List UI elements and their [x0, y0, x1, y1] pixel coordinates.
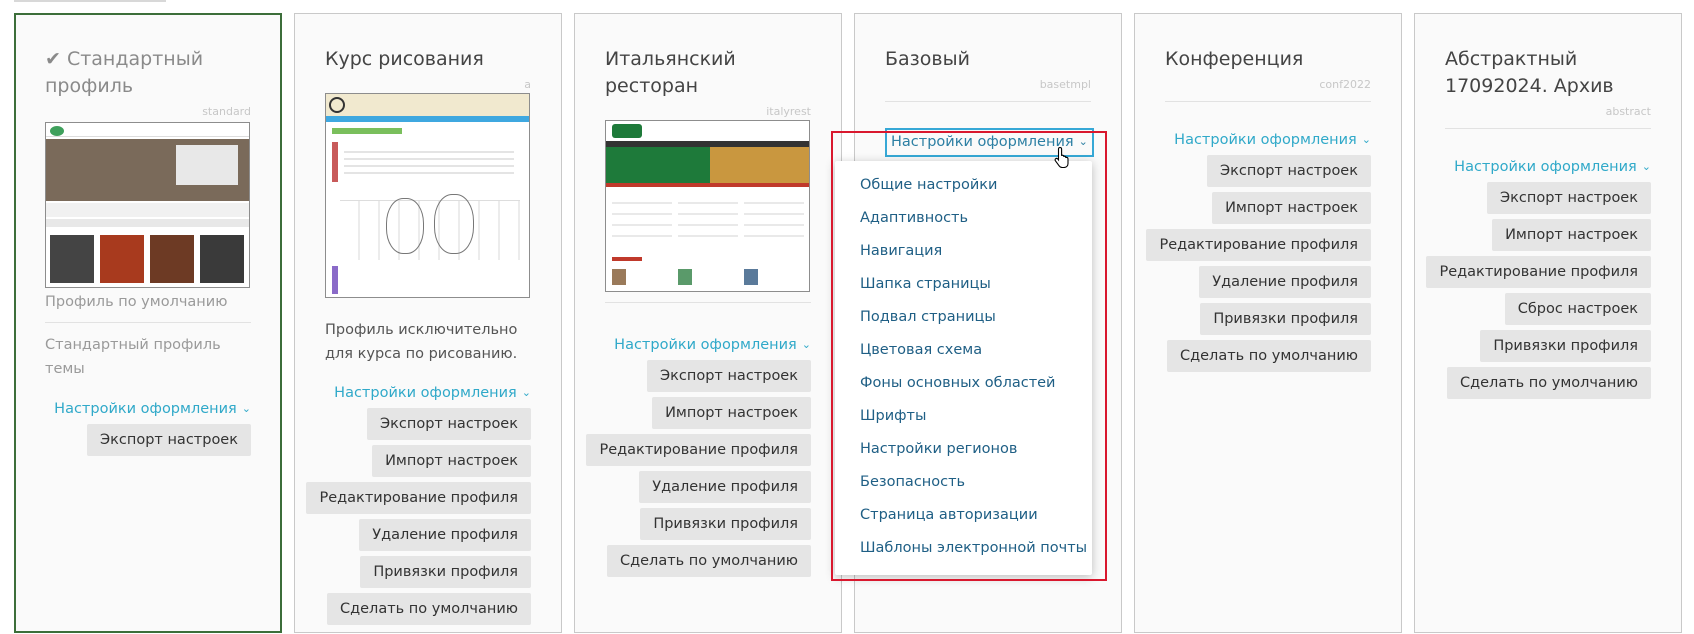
export-settings-button[interactable]: Экспорт настроек	[646, 360, 811, 392]
profile-card-standard: ✔ Стандартный профиль standard Профиль п…	[14, 13, 282, 633]
chevron-down-icon: ⌄	[1361, 133, 1371, 146]
profile-preview-caption: Профиль по умолчанию	[45, 294, 228, 310]
divider	[605, 302, 811, 303]
divider	[1445, 128, 1651, 129]
settings-label: Настройки оформления	[334, 385, 517, 401]
settings-dropdown-toggle[interactable]: Настройки оформления ⌄	[325, 383, 531, 404]
profile-title: Абстрактный 17092024. Архив	[1445, 48, 1614, 97]
menu-item-area-backgrounds[interactable]: Фоны основных областей	[835, 367, 1092, 400]
profile-title: Курс рисования	[325, 48, 484, 70]
profile-title: Конференция	[1165, 48, 1304, 70]
delete-profile-button[interactable]: Удаление профиля	[359, 519, 531, 551]
hand-cursor-icon	[1054, 146, 1069, 168]
make-default-button[interactable]: Сделать по умолчанию	[326, 593, 531, 625]
settings-dropdown-menu: Общие настройки Адаптивность Навигация Ш…	[835, 161, 1092, 575]
delete-profile-button[interactable]: Удаление профиля	[1199, 266, 1371, 298]
profile-code: abstract	[1605, 105, 1651, 118]
export-settings-button[interactable]: Экспорт настроек	[86, 424, 251, 456]
settings-label: Настройки оформления	[614, 337, 797, 353]
make-default-button[interactable]: Сделать по умолчанию	[1446, 367, 1651, 399]
profile-code: basetmpl	[1039, 78, 1091, 91]
settings-label: Настройки оформления	[891, 134, 1074, 150]
menu-item-page-header[interactable]: Шапка страницы	[835, 268, 1092, 301]
import-settings-button[interactable]: Импорт настроек	[1212, 192, 1371, 224]
profile-description: Профиль исключительно для курса по рисов…	[325, 322, 518, 362]
profile-card-conf2022: Конференция conf2022 Настройки оформлени…	[1134, 13, 1402, 633]
profile-actions: Экспорт настроек Импорт настроек Редакти…	[586, 360, 811, 577]
profile-card-a: Курс рисования a Профиль исключительно д…	[294, 13, 562, 633]
settings-dropdown-toggle[interactable]: Настройки оформления ⌄	[45, 399, 251, 420]
make-default-button[interactable]: Сделать по умолчанию	[1166, 340, 1371, 372]
profile-title: Базовый	[885, 48, 970, 70]
profile-preview-image[interactable]	[325, 93, 530, 298]
menu-item-navigation[interactable]: Навигация	[835, 235, 1092, 268]
make-default-button[interactable]: Сделать по умолчанию	[606, 545, 811, 577]
top-divider	[14, 0, 166, 2]
export-settings-button[interactable]: Экспорт настроек	[1206, 155, 1371, 187]
reset-settings-button[interactable]: Сброс настроек	[1504, 293, 1651, 325]
profile-bindings-button[interactable]: Привязки профиля	[360, 556, 531, 588]
edit-profile-button[interactable]: Редактирование профиля	[1426, 256, 1651, 288]
profile-code: conf2022	[1319, 78, 1371, 91]
divider	[885, 101, 1091, 102]
profile-actions: Экспорт настроек	[45, 424, 251, 456]
edit-profile-button[interactable]: Редактирование профиля	[306, 482, 531, 514]
settings-dropdown-toggle[interactable]: Настройки оформления ⌄	[1445, 157, 1651, 178]
edit-profile-button[interactable]: Редактирование профиля	[586, 434, 811, 466]
import-settings-button[interactable]: Импорт настроек	[372, 445, 531, 477]
import-settings-button[interactable]: Импорт настроек	[1492, 219, 1651, 251]
profile-preview-image[interactable]	[45, 122, 250, 288]
profile-code: a	[524, 78, 531, 91]
menu-item-security[interactable]: Безопасность	[835, 466, 1092, 499]
menu-item-fonts[interactable]: Шрифты	[835, 400, 1092, 433]
menu-item-responsive[interactable]: Адаптивность	[835, 202, 1092, 235]
import-settings-button[interactable]: Импорт настроек	[652, 397, 811, 429]
settings-dropdown-toggle[interactable]: Настройки оформления ⌄	[1165, 130, 1371, 151]
settings-label: Настройки оформления	[54, 401, 237, 417]
export-settings-button[interactable]: Экспорт настроек	[366, 408, 531, 440]
profile-description: Стандартный профиль темы	[45, 337, 221, 377]
divider	[1165, 101, 1371, 102]
profile-title: Итальянский ресторан	[605, 48, 736, 97]
chevron-down-icon: ⌄	[521, 386, 531, 399]
menu-item-login-page[interactable]: Страница авторизации	[835, 499, 1092, 532]
chevron-down-icon: ⌄	[801, 338, 811, 351]
profile-bindings-button[interactable]: Привязки профиля	[640, 508, 811, 540]
profile-bindings-button[interactable]: Привязки профиля	[1480, 330, 1651, 362]
profile-actions: Экспорт настроек Импорт настроек Редакти…	[306, 408, 531, 625]
menu-item-region-settings[interactable]: Настройки регионов	[835, 433, 1092, 466]
menu-item-color-scheme[interactable]: Цветовая схема	[835, 334, 1092, 367]
export-settings-button[interactable]: Экспорт настроек	[1486, 182, 1651, 214]
profile-card-italyrest: Итальянский ресторан italyrest Настройки…	[574, 13, 842, 633]
settings-label: Настройки оформления	[1174, 132, 1357, 148]
edit-profile-button[interactable]: Редактирование профиля	[1146, 229, 1371, 261]
profile-title: ✔ Стандартный профиль	[45, 48, 204, 97]
chevron-down-icon: ⌄	[241, 402, 251, 415]
profile-actions: Экспорт настроек Импорт настроек Редакти…	[1426, 182, 1651, 399]
profile-bindings-button[interactable]: Привязки профиля	[1200, 303, 1371, 335]
menu-item-general-settings[interactable]: Общие настройки	[835, 169, 1092, 202]
menu-item-page-footer[interactable]: Подвал страницы	[835, 301, 1092, 334]
profile-actions: Экспорт настроек Импорт настроек Редакти…	[1146, 155, 1371, 372]
delete-profile-button[interactable]: Удаление профиля	[639, 471, 811, 503]
divider	[45, 322, 251, 323]
profile-code: italyrest	[766, 105, 811, 118]
profile-preview-image[interactable]	[605, 120, 810, 292]
profile-code: standard	[202, 105, 251, 118]
settings-label: Настройки оформления	[1454, 159, 1637, 175]
chevron-down-icon: ⌄	[1641, 160, 1651, 173]
menu-item-email-templates[interactable]: Шаблоны электронной почты	[835, 532, 1092, 565]
chevron-down-icon: ⌄	[1078, 135, 1088, 148]
settings-dropdown-toggle[interactable]: Настройки оформления ⌄	[605, 335, 811, 356]
profile-card-abstract: Абстрактный 17092024. Архив abstract Нас…	[1414, 13, 1682, 633]
